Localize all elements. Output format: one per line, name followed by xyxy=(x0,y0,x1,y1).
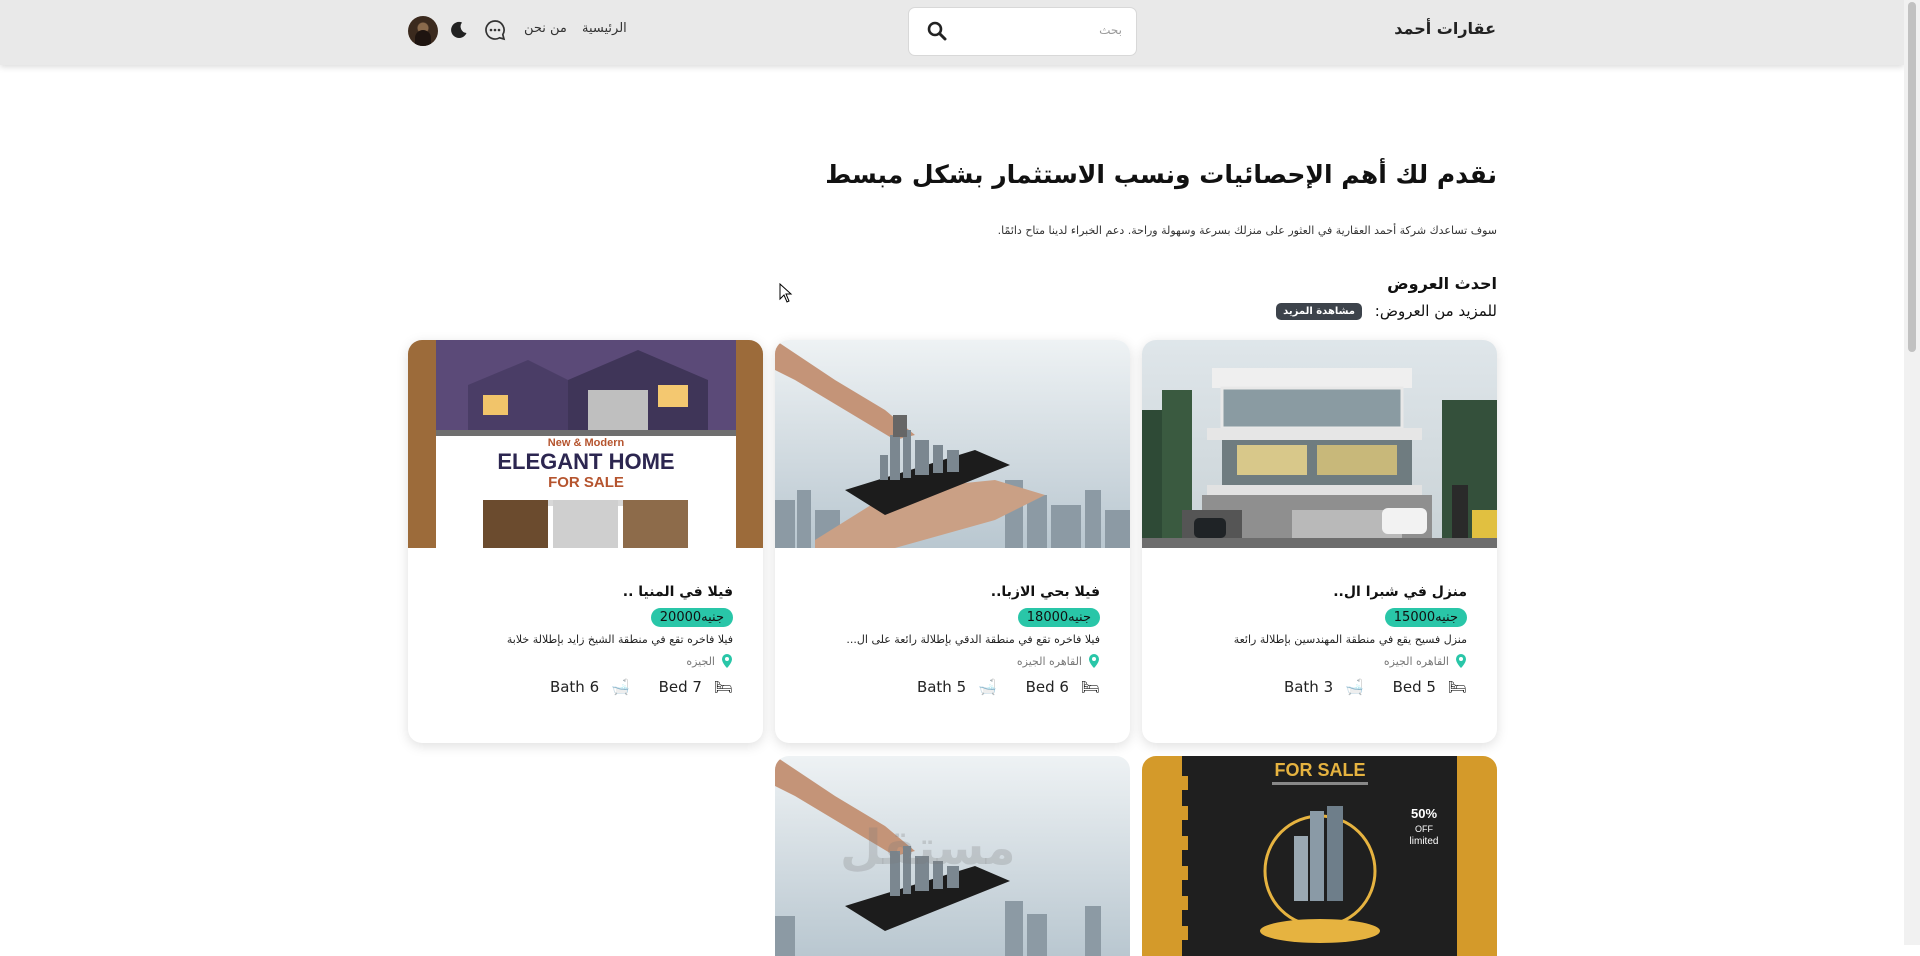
property-card[interactable]: منزل في شبرا ال.. 15000جنيه منزل فسيح يق… xyxy=(1142,340,1497,743)
flyer-subtitle: New & Modern xyxy=(548,437,625,449)
offers-title: احدث العروض xyxy=(1387,274,1497,293)
flyer-for-sale: FOR SALE xyxy=(548,474,624,491)
nav-link-home[interactable]: الرئيسية xyxy=(582,21,627,36)
sale-flyer-title: FOR SALE xyxy=(1274,760,1365,780)
search-icon[interactable] xyxy=(927,21,947,41)
price-badge: 18000جنيه xyxy=(1017,608,1100,627)
flyer-title: ELEGANT HOME xyxy=(497,449,674,474)
bath-icon: 🛁 xyxy=(611,678,630,696)
page-scrollbar[interactable] xyxy=(1904,0,1920,945)
bed-icon: 🛏 xyxy=(1080,678,1100,696)
property-location: القاهره الجيزه xyxy=(1172,654,1467,668)
brand-logo[interactable]: عقارات أحمد xyxy=(1394,19,1496,38)
watermark: مستقل xyxy=(840,820,1016,876)
location-text: الجيزه xyxy=(686,655,715,668)
location-text: القاهره الجيزه xyxy=(1016,655,1082,668)
bed-label: Bed 6 xyxy=(1025,678,1069,696)
property-image[interactable]: New & Modern ELEGANT HOME FOR SALE xyxy=(408,340,763,548)
property-features: Bath 5 🛁 Bed 6 🛏 xyxy=(805,678,1100,696)
mouse-cursor-icon xyxy=(779,283,793,303)
bed-count: Bed 5 🛏 xyxy=(1381,678,1467,696)
property-card-partial[interactable]: FOR SALE 50% OFF limited xyxy=(1142,756,1497,956)
property-features: Bath 6 🛁 Bed 7 🛏 xyxy=(438,678,733,696)
price-badge: 20000جنيه xyxy=(650,608,733,627)
hero-title: نقدم لك أهم الإحصائيات ونسب الاستثمار بش… xyxy=(825,160,1497,189)
more-offers-text: للمزيد من العروض: xyxy=(1374,302,1497,320)
property-location: الجيزه xyxy=(438,654,733,668)
bed-icon: 🛏 xyxy=(1447,678,1467,696)
search-input[interactable] xyxy=(972,23,1122,37)
property-card[interactable]: New & Modern ELEGANT HOME FOR SALE فيلا … xyxy=(408,340,763,743)
property-image[interactable] xyxy=(1142,340,1497,548)
property-location: القاهره الجيزه xyxy=(805,654,1100,668)
scrollbar-thumb[interactable] xyxy=(1908,2,1916,352)
property-title[interactable]: فيلا بحي الازبا.. xyxy=(805,584,1100,600)
chat-icon[interactable] xyxy=(484,19,506,41)
property-description: منزل فسيح يقع في منطقة المهندسين بإطلالة… xyxy=(1233,633,1467,646)
location-pin-icon xyxy=(1089,654,1099,668)
search-box[interactable] xyxy=(908,7,1137,56)
bath-label: Bath 5 xyxy=(916,678,967,696)
discount-off: OFF xyxy=(1415,824,1433,834)
price-badge: 15000جنيه xyxy=(1384,608,1467,627)
location-pin-icon xyxy=(1456,654,1466,668)
property-image[interactable] xyxy=(775,340,1130,548)
bed-label: Bed 7 xyxy=(658,678,702,696)
discount-badge: 50% xyxy=(1411,806,1437,821)
bed-count: Bed 6 🛏 xyxy=(1014,678,1100,696)
bed-icon: 🛏 xyxy=(713,678,733,696)
location-pin-icon xyxy=(722,654,732,668)
bath-count: Bath 3 🛁 xyxy=(1272,678,1364,696)
bath-icon: 🛁 xyxy=(978,678,997,696)
property-title[interactable]: فيلا في المنيا .. xyxy=(438,584,733,600)
top-navbar: عقارات أحمد الرئيسية من نحن xyxy=(0,0,1904,65)
more-offers-row: للمزيد من العروض: مشاهدة المزيد xyxy=(408,302,1497,320)
location-text: القاهره الجيزه xyxy=(1383,655,1449,668)
moon-icon[interactable] xyxy=(450,21,468,39)
property-description: فيلا فاخره تقع في منطقة الشيخ زايد بإطلا… xyxy=(506,633,733,646)
avatar[interactable] xyxy=(408,16,438,46)
view-more-button[interactable]: مشاهدة المزيد xyxy=(1276,303,1362,320)
bed-label: Bed 5 xyxy=(1392,678,1436,696)
property-description: فيلا فاخره تقع في منطقة الدقي بإطلالة را… xyxy=(846,633,1100,646)
nav-link-about[interactable]: من نحن xyxy=(524,21,567,36)
bed-count: Bed 7 🛏 xyxy=(647,678,733,696)
discount-limited: limited xyxy=(1410,836,1439,847)
property-features: Bath 3 🛁 Bed 5 🛏 xyxy=(1172,678,1467,696)
bath-icon: 🛁 xyxy=(1345,678,1364,696)
bath-label: Bath 6 xyxy=(549,678,600,696)
sale-flyer-image[interactable]: FOR SALE 50% OFF limited xyxy=(1142,756,1497,956)
property-title[interactable]: منزل في شبرا ال.. xyxy=(1172,584,1467,600)
property-card[interactable]: فيلا بحي الازبا.. 18000جنيه فيلا فاخره ت… xyxy=(775,340,1130,743)
hero-subtitle: سوف تساعدك شركة أحمد العقارية في العثور … xyxy=(997,224,1497,237)
bath-count: Bath 6 🛁 xyxy=(538,678,630,696)
bath-count: Bath 5 🛁 xyxy=(905,678,997,696)
bath-label: Bath 3 xyxy=(1283,678,1334,696)
